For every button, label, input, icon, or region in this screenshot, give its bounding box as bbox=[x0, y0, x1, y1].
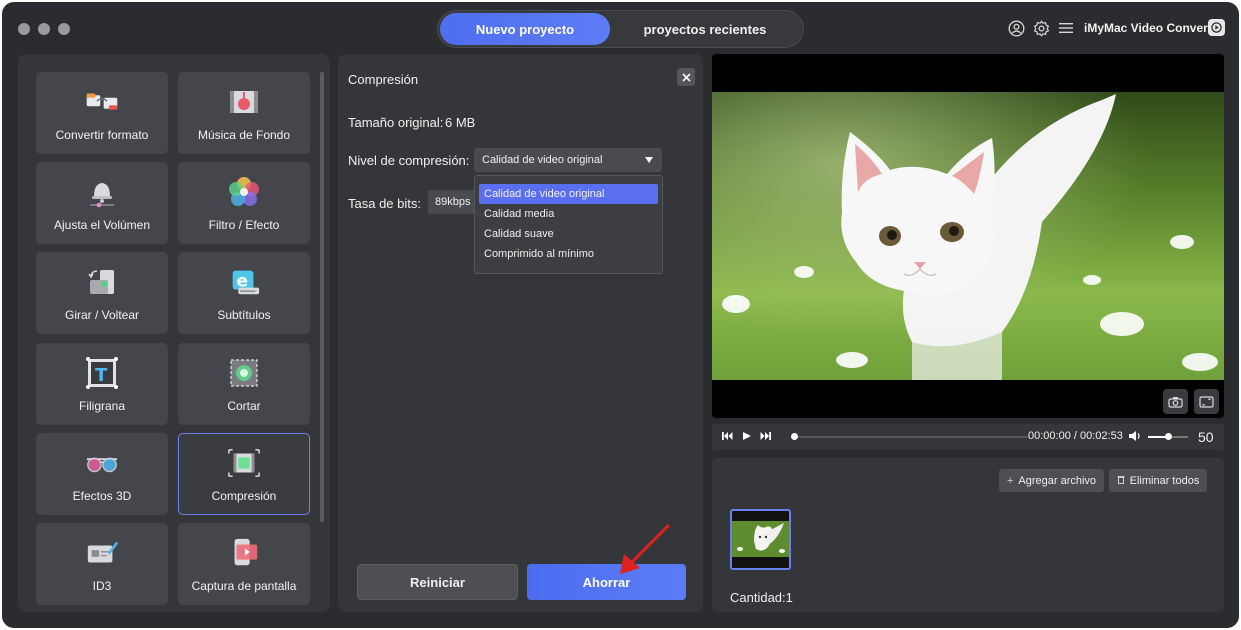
fullscreen-button[interactable] bbox=[1194, 389, 1219, 414]
volume-value: 50 bbox=[1198, 429, 1214, 445]
tool-label: Girar / Voltear bbox=[64, 307, 140, 322]
add-file-label: Agregar archivo bbox=[1018, 474, 1097, 487]
play-icon[interactable] bbox=[742, 431, 752, 444]
fullscreen-icon bbox=[1199, 395, 1214, 408]
user-icon[interactable] bbox=[1007, 19, 1025, 37]
project-tabs: Nuevo proyecto proyectos recientes bbox=[437, 10, 804, 48]
video-frame bbox=[712, 92, 1224, 380]
subtitles-icon: e bbox=[227, 265, 261, 299]
original-size-label: Tamaño original: bbox=[348, 115, 444, 130]
dropdown-option[interactable]: Comprimido al mínimo bbox=[479, 244, 658, 264]
compression-level-label: Nivel de compresión: bbox=[348, 153, 470, 168]
camera-icon bbox=[1168, 396, 1183, 408]
remove-all-label: Eliminar todos bbox=[1129, 474, 1200, 487]
tool-label: Compresión bbox=[211, 488, 277, 503]
compression-level-dropdown: Calidad de video original Calidad media … bbox=[474, 175, 663, 274]
convert-format-icon bbox=[85, 85, 119, 119]
tool-compression[interactable]: Compresión bbox=[178, 433, 310, 515]
tool-label: Convertir formato bbox=[55, 127, 149, 142]
tool-label: Filtro / Efecto bbox=[208, 217, 280, 232]
menu-icon[interactable] bbox=[1057, 19, 1075, 37]
tool-label: Subtítulos bbox=[217, 307, 271, 322]
minimize-window-button[interactable] bbox=[38, 23, 50, 35]
file-quantity: Cantidad:1 bbox=[730, 590, 793, 605]
dropdown-option[interactable]: Calidad media bbox=[479, 204, 658, 224]
filter-icon bbox=[227, 175, 261, 209]
skip-forward-icon[interactable] bbox=[760, 431, 771, 444]
tool-label: Filigrana bbox=[78, 398, 126, 413]
video-thumbnail[interactable] bbox=[730, 509, 791, 570]
gear-icon[interactable] bbox=[1032, 19, 1050, 37]
progress-knob[interactable] bbox=[791, 433, 798, 440]
tool-rotate-flip[interactable]: Girar / Voltear bbox=[36, 252, 168, 334]
crop-icon bbox=[227, 356, 261, 390]
compression-level-select[interactable]: Calidad de video original bbox=[474, 148, 662, 172]
annotation-arrow bbox=[620, 524, 670, 574]
skip-back-icon[interactable] bbox=[722, 431, 733, 444]
tool-subtitles[interactable]: e Subtítulos bbox=[178, 252, 310, 334]
remove-all-button[interactable]: Eliminar todos bbox=[1109, 469, 1207, 492]
tool-screen-capture[interactable]: Captura de pantalla bbox=[178, 523, 310, 605]
file-list-panel: + Agregar archivo Eliminar todos Cantida… bbox=[712, 458, 1224, 612]
tool-crop[interactable]: Cortar bbox=[178, 343, 310, 425]
tool-3d-effects[interactable]: Efectos 3D bbox=[36, 433, 168, 515]
watermark-icon: T bbox=[85, 356, 119, 390]
add-file-button[interactable]: + Agregar archivo bbox=[999, 469, 1104, 492]
compression-icon bbox=[227, 446, 261, 480]
plus-icon: + bbox=[1006, 474, 1014, 487]
tool-label: Cortar bbox=[227, 398, 261, 413]
app-window: Nuevo proyecto proyectos recientes iMyMa… bbox=[2, 2, 1239, 628]
app-logo-icon bbox=[1208, 19, 1225, 36]
tab-recent-projects[interactable]: proyectos recientes bbox=[610, 13, 800, 45]
snapshot-button[interactable] bbox=[1163, 389, 1188, 414]
bitrate-label: Tasa de bits: bbox=[348, 196, 421, 211]
tool-id3[interactable]: ID3 bbox=[36, 523, 168, 605]
compression-level-value: Calidad de video original bbox=[482, 154, 603, 166]
tool-label: Música de Fondo bbox=[197, 127, 291, 142]
volume-icon[interactable] bbox=[1128, 430, 1142, 445]
original-size-value: 6 MB bbox=[445, 115, 476, 130]
svg-text:T: T bbox=[95, 365, 108, 386]
reset-button[interactable]: Reiniciar bbox=[357, 564, 518, 600]
rotate-icon bbox=[85, 265, 119, 299]
panel-title: Compresión bbox=[348, 72, 419, 87]
zoom-window-button[interactable] bbox=[58, 23, 70, 35]
background-music-icon bbox=[227, 85, 261, 119]
tool-watermark[interactable]: T Filigrana bbox=[36, 343, 168, 425]
chevron-down-icon bbox=[645, 157, 653, 163]
app-name: iMyMac Video Converter bbox=[1084, 21, 1224, 35]
tab-new-project[interactable]: Nuevo proyecto bbox=[440, 13, 610, 45]
playback-progress-bar[interactable] bbox=[791, 433, 1029, 440]
bitrate-field[interactable]: 89kbps bbox=[428, 190, 476, 214]
dropdown-option[interactable]: Calidad de video original bbox=[479, 184, 658, 204]
close-panel-button[interactable] bbox=[677, 68, 695, 86]
volume-icon bbox=[85, 175, 119, 209]
tool-label: ID3 bbox=[92, 578, 112, 593]
tool-label: Captura de pantalla bbox=[191, 578, 297, 593]
volume-slider[interactable] bbox=[1148, 433, 1188, 440]
player-controls: 00:00:00 / 00:02:53 50 bbox=[712, 424, 1224, 450]
close-icon bbox=[681, 72, 691, 82]
tool-background-music[interactable]: Música de Fondo bbox=[178, 72, 310, 154]
dropdown-option[interactable]: Calidad suave bbox=[479, 224, 658, 244]
tool-convert-format[interactable]: Convertir formato bbox=[36, 72, 168, 154]
tools-scrollbar[interactable] bbox=[320, 72, 324, 522]
tool-label: Efectos 3D bbox=[72, 488, 132, 503]
screen-capture-icon bbox=[227, 536, 261, 570]
tool-label: Ajusta el Volúmen bbox=[53, 217, 151, 232]
id3-icon bbox=[85, 536, 119, 570]
video-preview bbox=[712, 54, 1224, 418]
trash-icon bbox=[1117, 475, 1125, 487]
tools-panel: Convertir formato Música de Fondo Ajusta… bbox=[18, 54, 330, 612]
close-window-button[interactable] bbox=[18, 23, 30, 35]
volume-knob[interactable] bbox=[1165, 433, 1172, 440]
3d-glasses-icon bbox=[85, 446, 119, 480]
time-readout: 00:00:00 / 00:02:53 bbox=[1028, 430, 1123, 442]
tool-filter-effect[interactable]: Filtro / Efecto bbox=[178, 162, 310, 244]
tool-adjust-volume[interactable]: Ajusta el Volúmen bbox=[36, 162, 168, 244]
